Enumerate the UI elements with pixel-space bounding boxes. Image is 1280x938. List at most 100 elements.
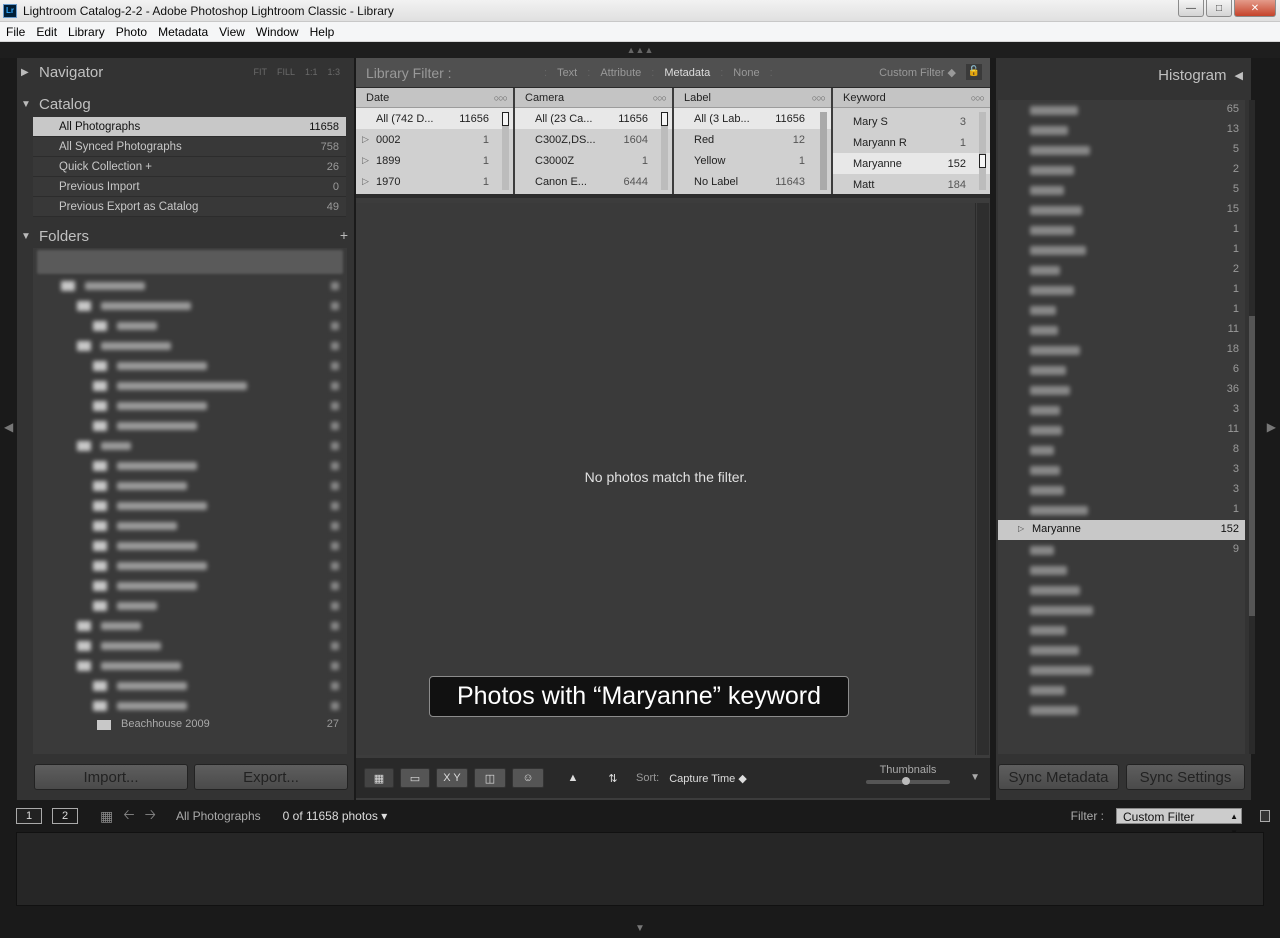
volume-bar[interactable] — [37, 250, 343, 274]
survey-view-icon[interactable]: ◫ — [474, 768, 506, 788]
column-scrollbar[interactable] — [502, 112, 509, 190]
filter-text-option[interactable]: Text — [549, 67, 585, 79]
back-arrow-icon[interactable]: 🡠 — [123, 804, 134, 828]
column-options-icon[interactable]: ○○○ — [971, 93, 985, 103]
expand-triangle-icon[interactable]: ▷ — [1018, 524, 1024, 533]
column-row[interactable]: ▷ 1899 1 — [356, 150, 513, 171]
catalog-item-all-photographs[interactable]: All Photographs 11658 — [33, 117, 346, 137]
folder-item[interactable] — [33, 416, 347, 436]
sync-metadata-button[interactable]: Sync Metadata — [998, 764, 1119, 790]
catalog-item-previous-import[interactable]: Previous Import 0 — [33, 177, 346, 197]
navigator-header[interactable]: ▶ Navigator FIT FILL 1:1 1:3 — [17, 59, 354, 85]
keyword-item[interactable]: 1 — [998, 300, 1245, 320]
keyword-item[interactable]: 1 — [998, 240, 1245, 260]
filter-metadata-option[interactable]: Metadata — [656, 67, 718, 79]
folder-item[interactable] — [33, 456, 347, 476]
filter-attribute-option[interactable]: Attribute — [592, 67, 649, 79]
zoom-fill[interactable]: FILL — [277, 67, 295, 77]
column-row[interactable]: All (23 Ca... 11656 — [515, 108, 672, 129]
keyword-item[interactable]: 3 — [998, 400, 1245, 420]
filter-preset-dropdown[interactable]: Custom Filter ◆ — [879, 66, 956, 79]
column-options-icon[interactable]: ○○○ — [812, 93, 826, 103]
column-scrollbar[interactable] — [661, 112, 668, 190]
keyword-item[interactable]: 1 — [998, 220, 1245, 240]
add-folder-icon[interactable]: + — [340, 227, 348, 243]
loupe-view-icon[interactable]: ▭ — [400, 768, 430, 788]
forward-arrow-icon[interactable]: 🡢 — [145, 804, 156, 828]
toolbar-menu-chevron-icon[interactable]: ▼ — [970, 772, 980, 783]
menu-photo[interactable]: Photo — [111, 25, 152, 39]
column-row[interactable]: C3000Z 1 — [515, 150, 672, 171]
keyword-item[interactable] — [998, 620, 1245, 640]
filmstrip[interactable] — [16, 832, 1264, 906]
keyword-item[interactable] — [998, 580, 1245, 600]
keyword-item[interactable]: 11 — [998, 420, 1245, 440]
sort-direction-icon[interactable]: ⇅ — [598, 768, 628, 788]
expand-triangle-icon[interactable]: ▷ — [362, 176, 369, 187]
menu-file[interactable]: File — [1, 25, 30, 39]
scroll-thumb[interactable] — [979, 154, 986, 168]
maximize-icon[interactable]: □ — [1206, 0, 1232, 17]
sort-dropdown[interactable]: Capture Time ◆ — [669, 772, 747, 785]
secondary-window-button[interactable]: 2 — [52, 808, 78, 824]
column-header[interactable]: Label ○○○ — [674, 88, 831, 108]
catalog-item-previous-export[interactable]: Previous Export as Catalog 49 — [33, 197, 346, 217]
keyword-item[interactable]: 2 — [998, 260, 1245, 280]
zoom-fit[interactable]: FIT — [253, 67, 267, 77]
column-row[interactable]: Mary S 3 — [833, 111, 990, 132]
primary-window-button[interactable]: 1 — [16, 808, 42, 824]
keyword-item[interactable]: 2 — [998, 160, 1245, 180]
keyword-item[interactable]: 3 — [998, 460, 1245, 480]
folder-item[interactable] — [33, 656, 347, 676]
menu-view[interactable]: View — [214, 25, 250, 39]
folder-item[interactable] — [33, 516, 347, 536]
keyword-item[interactable] — [998, 660, 1245, 680]
import-button[interactable]: Import... — [34, 764, 188, 790]
slider-knob[interactable] — [902, 777, 910, 785]
keyword-item[interactable]: 3 — [998, 480, 1245, 500]
grid-view-icon[interactable]: ▦ — [364, 768, 394, 788]
column-options-icon[interactable]: ○○○ — [653, 93, 667, 103]
keyword-item[interactable]: 8 — [998, 440, 1245, 460]
folder-item[interactable] — [33, 436, 347, 456]
lock-icon[interactable]: 🔓 — [966, 64, 982, 80]
keyword-item[interactable]: 15 — [998, 200, 1245, 220]
filter-dropdown[interactable]: Custom Filter▲▼ — [1116, 808, 1242, 837]
column-row[interactable]: ▷ 0002 1 — [356, 129, 513, 150]
filmstrip-source[interactable]: All Photographs — [176, 809, 261, 823]
column-row[interactable]: Canon E... 6444 — [515, 171, 672, 192]
keyword-item[interactable]: 5 — [998, 180, 1245, 200]
column-options-icon[interactable]: ○○○ — [494, 93, 508, 103]
keyword-item[interactable] — [998, 560, 1245, 580]
keyword-item[interactable]: 1 — [998, 500, 1245, 520]
menu-library[interactable]: Library — [63, 25, 110, 39]
bottom-panel-toggle-icon[interactable]: ▼ — [0, 920, 1280, 938]
right-panel-toggle-icon[interactable]: ▶ — [1267, 420, 1276, 434]
keyword-item[interactable]: 36 — [998, 380, 1245, 400]
keyword-item[interactable]: 18 — [998, 340, 1245, 360]
close-icon[interactable]: ✕ — [1234, 0, 1276, 17]
folder-item[interactable] — [33, 376, 347, 396]
column-row[interactable]: All (742 D... 11656 — [356, 108, 513, 129]
zoom-1-3[interactable]: 1:3 — [327, 67, 340, 77]
minimize-icon[interactable]: — — [1178, 0, 1204, 17]
catalog-item-all-synced[interactable]: All Synced Photographs 758 — [33, 137, 346, 157]
thumbnail-size-slider[interactable] — [866, 777, 950, 785]
column-row[interactable]: Red 12 — [674, 129, 831, 150]
column-scrollbar[interactable] — [979, 112, 986, 190]
folder-item[interactable] — [33, 496, 347, 516]
folder-item[interactable] — [33, 356, 347, 376]
grid-icon[interactable]: ▦ — [100, 808, 113, 825]
menu-metadata[interactable]: Metadata — [153, 25, 213, 39]
folder-item[interactable] — [33, 556, 347, 576]
folder-item[interactable] — [33, 336, 347, 356]
folder-item[interactable] — [33, 696, 347, 716]
column-header[interactable]: Camera ○○○ — [515, 88, 672, 108]
column-header[interactable]: Date ○○○ — [356, 88, 513, 108]
menu-window[interactable]: Window — [251, 25, 304, 39]
folder-item[interactable] — [33, 396, 347, 416]
zoom-1-1[interactable]: 1:1 — [305, 67, 318, 77]
keyword-item-selected[interactable]: ▷ Maryanne 152 — [998, 520, 1245, 540]
grid-scrollbar[interactable] — [977, 203, 989, 755]
left-panel-toggle-icon[interactable]: ◀ — [4, 420, 13, 434]
